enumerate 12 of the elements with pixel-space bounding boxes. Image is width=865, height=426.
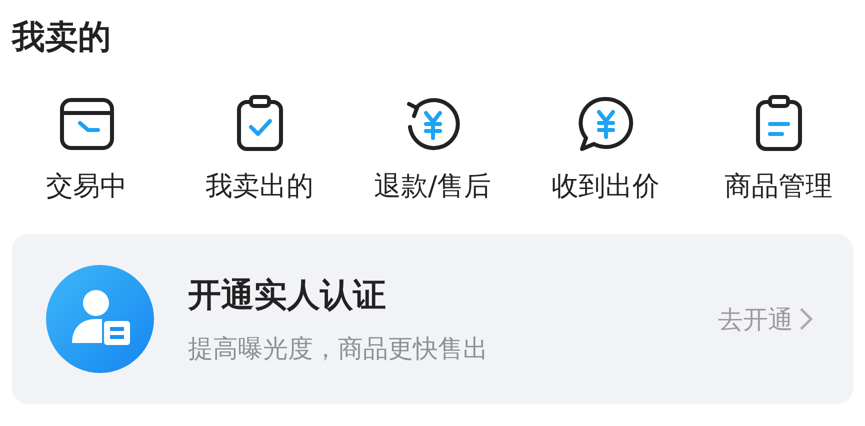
verification-card[interactable]: 开通实人认证 提高曝光度，商品更快售出 去开通: [12, 234, 853, 404]
chat-yen-icon: [576, 94, 636, 154]
shortcut-button[interactable]: 交易中: [0, 94, 173, 204]
shortcut-button[interactable]: 收到出价: [519, 94, 692, 204]
user-id-icon: [46, 265, 154, 373]
card-subtitle: 提高曝光度，商品更快售出: [188, 333, 489, 365]
card-title: 开通实人认证: [188, 274, 387, 316]
section-title: 我卖的: [12, 16, 112, 58]
shortcut-button[interactable]: 商品管理: [692, 94, 865, 204]
chevron-right-icon: [799, 307, 813, 331]
shortcut-button[interactable]: 我卖出的: [173, 94, 346, 204]
shortcut-button[interactable]: 退款/售后: [346, 94, 519, 204]
